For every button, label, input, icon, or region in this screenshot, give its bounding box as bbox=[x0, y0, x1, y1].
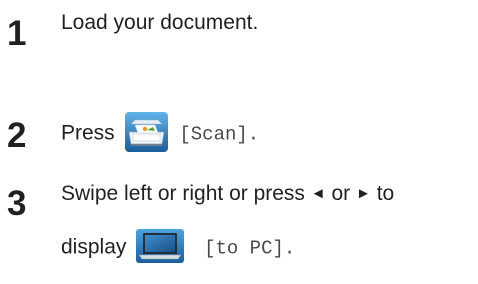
step-text: Load your document. bbox=[61, 11, 259, 34]
step-text-line-2: display [to PC]. bbox=[61, 229, 295, 267]
instruction-text: Swipe left or right or press bbox=[61, 182, 305, 205]
or-text: or bbox=[331, 182, 351, 205]
step-number: 1 bbox=[7, 14, 27, 53]
step-number: 3 bbox=[7, 184, 27, 223]
step-text: Press [Scan]. bbox=[61, 112, 259, 156]
left-arrow-icon: ◄ bbox=[310, 185, 326, 202]
display-text: display bbox=[61, 235, 127, 259]
scanner-icon bbox=[124, 112, 168, 156]
step-number: 2 bbox=[7, 116, 27, 155]
to-pc-button-label: [to PC]. bbox=[204, 237, 296, 260]
scan-button-label: [Scan]. bbox=[179, 123, 260, 146]
to-text: to bbox=[376, 182, 395, 205]
right-arrow-icon: ► bbox=[356, 185, 371, 202]
step-prefix: Press bbox=[61, 121, 115, 145]
step-text-line-1: Swipe left or right or press ◄ or ► to bbox=[61, 183, 394, 204]
laptop-icon bbox=[136, 229, 185, 267]
